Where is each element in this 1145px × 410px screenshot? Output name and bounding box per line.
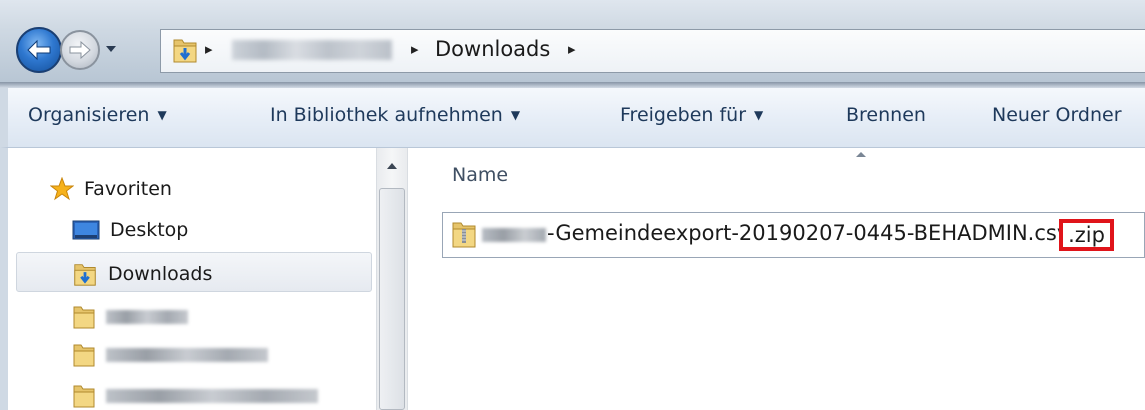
blurred-folder-name — [106, 389, 318, 403]
sidebar-item-blurred[interactable] — [72, 304, 188, 330]
blurred-folder-name — [106, 348, 268, 362]
file-name: -Gemeindeexport-20190207-0445-BEHADMIN.c… — [547, 221, 1070, 245]
back-arrow-icon — [27, 39, 51, 61]
scrollbar-thumb[interactable] — [379, 188, 405, 410]
sort-up-arrow-icon — [856, 151, 866, 157]
include-in-library-label: In Bibliothek aufnehmen — [270, 104, 503, 126]
zip-folder-icon — [452, 222, 476, 248]
breadcrumb-separator[interactable]: ▸ — [411, 40, 419, 58]
scroll-up-arrow-icon — [387, 163, 397, 169]
sort-indicator — [854, 150, 868, 158]
chevron-down-icon — [106, 46, 116, 52]
sidebar-item-blurred[interactable] — [72, 383, 318, 409]
star-icon — [50, 177, 74, 201]
back-button[interactable] — [16, 27, 62, 73]
column-header-name[interactable]: Name — [452, 164, 508, 186]
breadcrumb-separator[interactable]: ▸ — [205, 40, 213, 58]
recent-pages-button[interactable] — [104, 40, 118, 58]
new-folder-label: Neuer Ordner — [992, 104, 1122, 126]
blurred-folder-name — [106, 310, 188, 324]
file-extension-highlight: .zip — [1059, 219, 1114, 251]
downloads-folder-icon — [173, 39, 197, 63]
forward-arrow-icon — [69, 41, 91, 59]
share-with-button[interactable]: Freigeben für ▼ — [620, 104, 763, 126]
breadcrumb-blurred-user[interactable] — [232, 40, 392, 60]
sidebar-item-label: Desktop — [110, 219, 189, 241]
folder-icon — [73, 385, 95, 408]
new-folder-button[interactable]: Neuer Ordner — [992, 104, 1122, 126]
burn-label: Brennen — [846, 104, 926, 126]
command-bar — [0, 88, 1145, 148]
favorites-header[interactable]: Favoriten — [50, 177, 172, 201]
breadcrumb-downloads[interactable]: Downloads — [435, 37, 550, 61]
sidebar-item-downloads[interactable]: Downloads — [72, 261, 212, 287]
file-list — [408, 148, 1145, 410]
blurred-file-prefix — [482, 228, 546, 242]
downloads-folder-icon — [74, 264, 96, 286]
burn-button[interactable]: Brennen — [846, 104, 926, 126]
sidebar-item-label: Downloads — [108, 263, 213, 285]
scroll-up-button[interactable] — [380, 154, 404, 178]
folder-icon — [73, 306, 95, 329]
sidebar-item-blurred[interactable] — [72, 342, 268, 368]
organize-button[interactable]: Organisieren ▼ — [28, 104, 167, 126]
organize-label: Organisieren — [28, 104, 150, 126]
desktop-icon — [72, 220, 100, 240]
dropdown-caret-icon: ▼ — [510, 108, 521, 122]
include-in-library-button[interactable]: In Bibliothek aufnehmen ▼ — [270, 104, 520, 126]
dropdown-caret-icon: ▼ — [157, 108, 167, 122]
share-with-label: Freigeben für — [620, 104, 747, 126]
file-extension: .zip — [1068, 223, 1105, 247]
dropdown-caret-icon: ▼ — [754, 108, 764, 122]
breadcrumb-separator[interactable]: ▸ — [568, 40, 576, 58]
forward-button[interactable] — [60, 30, 100, 70]
sidebar-item-desktop[interactable]: Desktop — [72, 219, 188, 241]
favorites-label: Favoriten — [84, 178, 172, 200]
folder-icon — [73, 344, 95, 367]
